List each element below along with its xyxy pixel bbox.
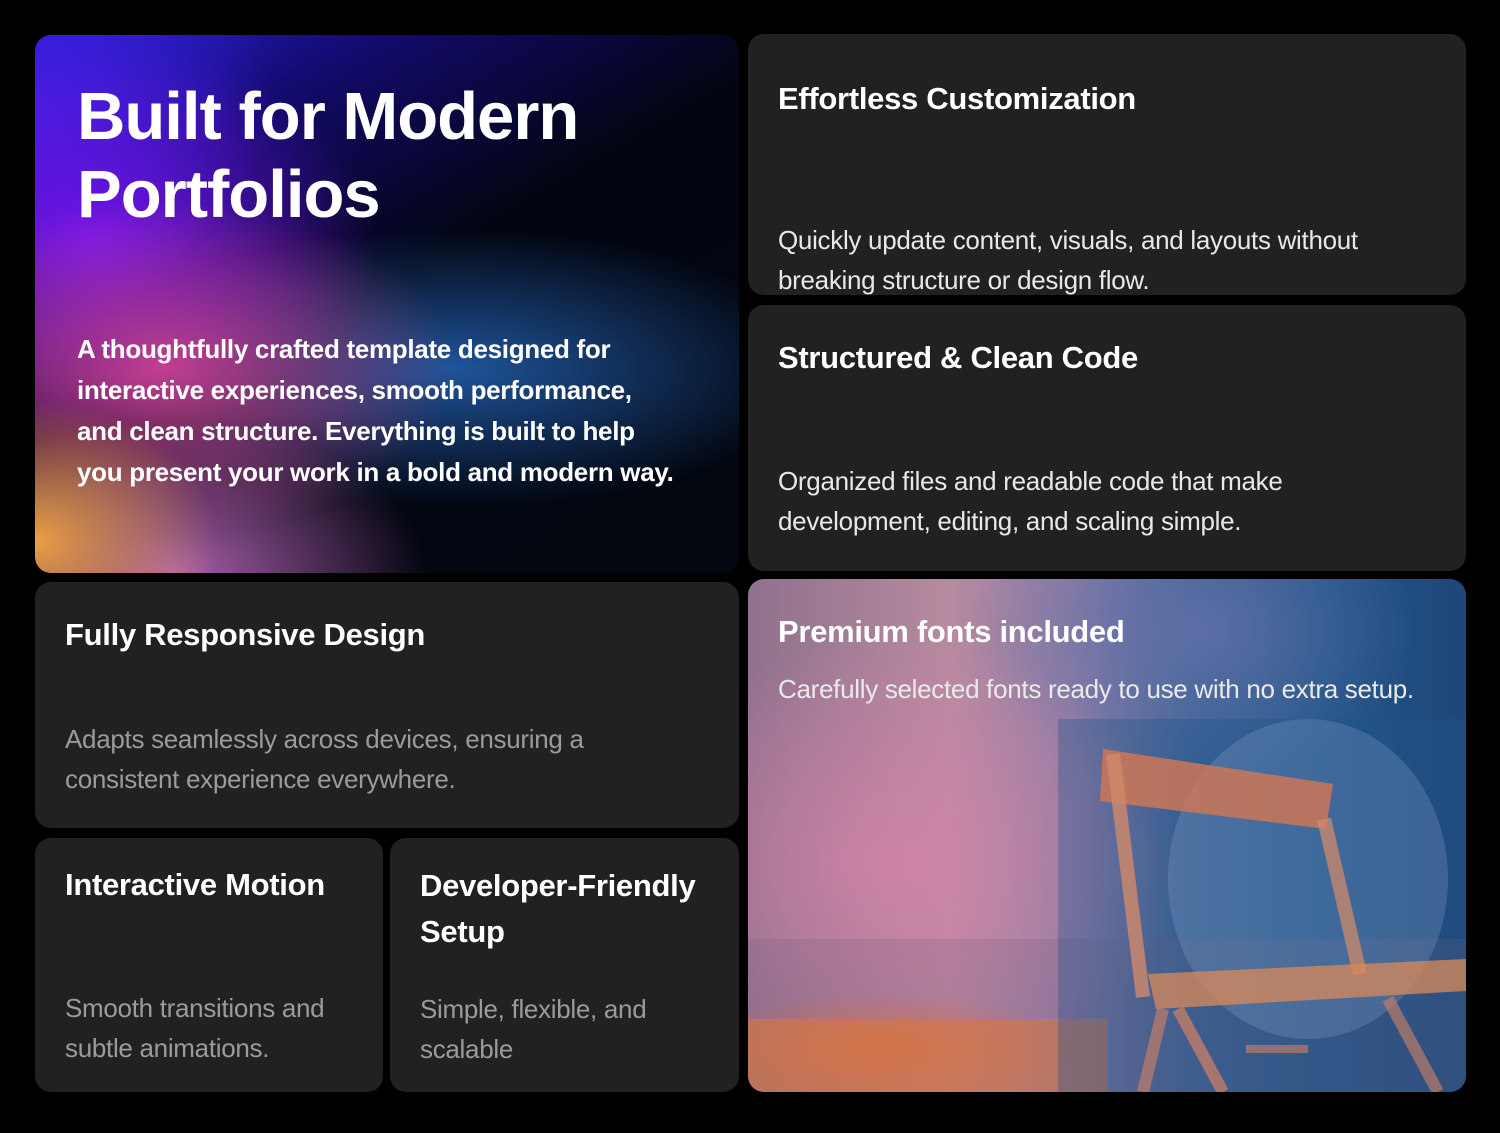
feature-card-customization: Effortless Customization Quickly update … <box>748 34 1466 295</box>
feature-title: Fully Responsive Design <box>65 617 426 652</box>
feature-card-setup: Developer-Friendly Setup Simple, flexibl… <box>390 838 739 1092</box>
feature-card-clean-code: Structured & Clean Code Organized files … <box>748 305 1466 571</box>
feature-card-motion: Interactive Motion Smooth transitions an… <box>35 838 383 1092</box>
feature-card-fonts: Premium fonts included Carefully selecte… <box>748 579 1466 1092</box>
hero-title: Built for Modern Portfolios <box>77 78 579 234</box>
feature-description: Carefully selected fonts ready to use wi… <box>778 674 1414 704</box>
hero-card: Built for Modern Portfolios A thoughtful… <box>35 35 739 573</box>
feature-description: Organized files and readable code that m… <box>778 466 1283 536</box>
hero-description: A thoughtfully crafted template designed… <box>77 334 674 487</box>
feature-description: Quickly update content, visuals, and lay… <box>778 225 1358 295</box>
feature-title: Interactive Motion <box>65 867 325 902</box>
feature-description: Adapts seamlessly across devices, ensuri… <box>65 724 584 794</box>
feature-title: Structured & Clean Code <box>778 340 1138 375</box>
feature-title: Developer-Friendly Setup <box>420 868 696 949</box>
feature-title: Premium fonts included <box>778 614 1125 649</box>
feature-card-responsive: Fully Responsive Design Adapts seamlessl… <box>35 582 739 828</box>
chair-photo <box>748 579 1466 1092</box>
feature-description: Simple, flexible, and scalable <box>420 994 647 1064</box>
feature-title: Effortless Customization <box>778 81 1136 116</box>
hero-title-line-1: Built for Modern <box>77 79 579 154</box>
hero-title-line-2: Portfolios <box>77 157 381 232</box>
feature-description: Smooth transitions and subtle animations… <box>65 993 325 1063</box>
